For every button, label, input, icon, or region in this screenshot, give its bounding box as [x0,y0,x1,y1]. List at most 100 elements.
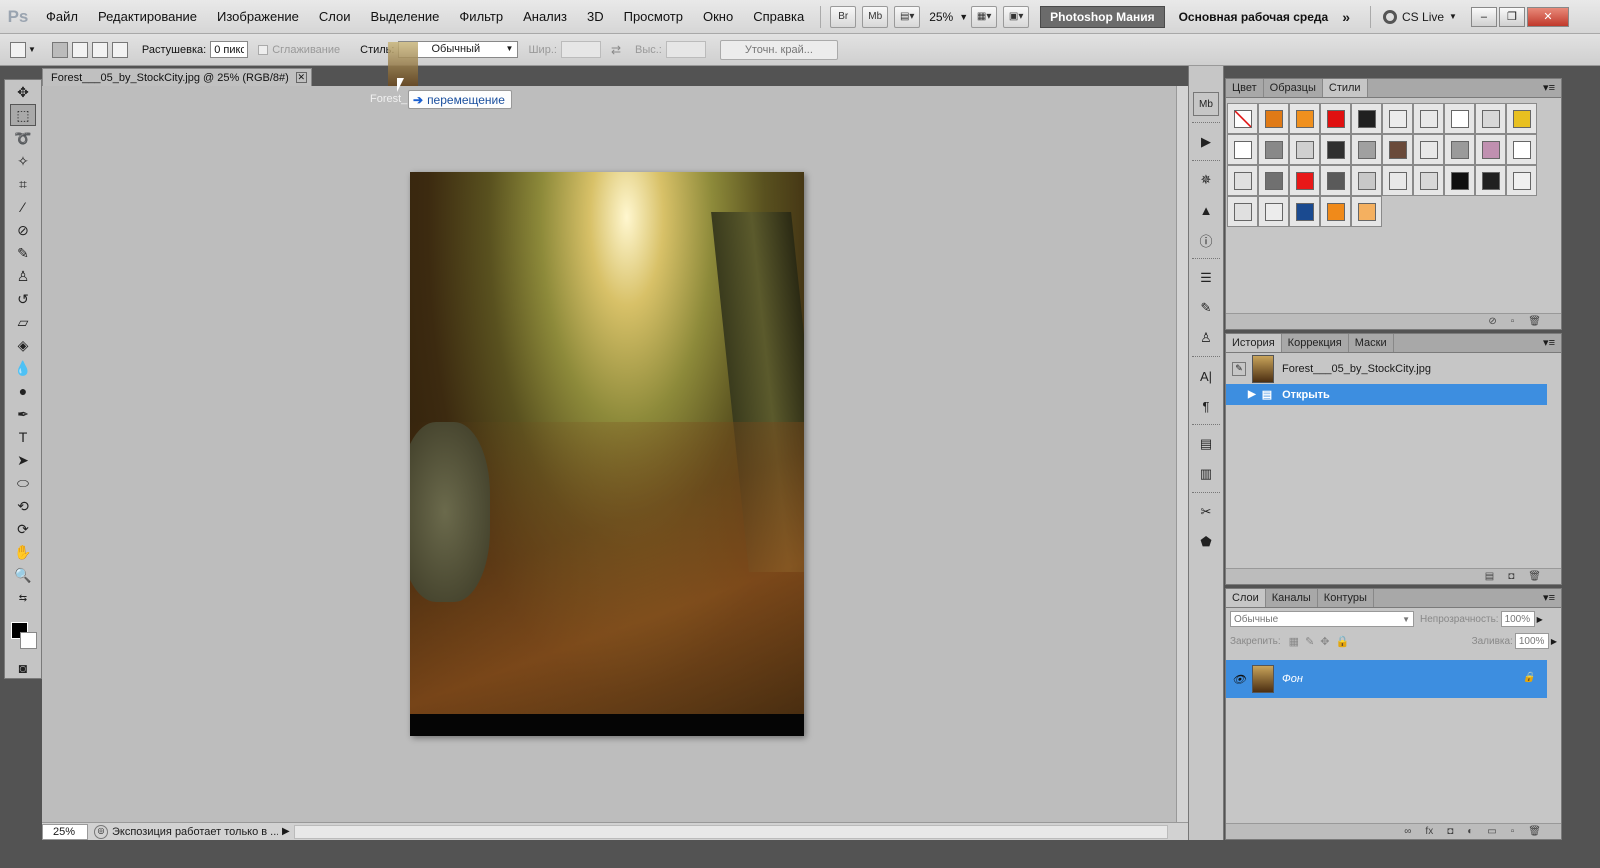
subtract-selection-icon[interactable] [91,41,108,58]
style-swatch[interactable] [1444,165,1475,196]
visibility-eye-icon[interactable]: 👁 [1232,673,1248,686]
antialias-checkbox[interactable] [258,44,269,55]
blend-mode-select[interactable]: Обычные ▼ [1230,611,1414,627]
dodge-tool-icon[interactable]: ● [10,380,36,402]
blur-tool-icon[interactable]: 💧 [10,357,36,379]
menu-image[interactable]: Изображение [207,0,309,34]
style-swatch[interactable] [1227,165,1258,196]
zoom-level[interactable]: 25% [923,10,959,24]
menu-edit[interactable]: Редактирование [88,0,207,34]
tab-paths[interactable]: Контуры [1318,589,1374,607]
style-swatch[interactable] [1506,103,1537,134]
status-info-icon[interactable]: ◎ [94,824,108,839]
height-input[interactable] [665,41,706,58]
delete-style-icon[interactable]: 🗑 [1528,316,1541,327]
minibridge-button[interactable]: Mb [862,5,889,28]
add-mask-icon[interactable]: ◘ [1447,826,1453,837]
style-swatch[interactable] [1227,103,1258,134]
fill-input[interactable]: 100% [1514,633,1549,649]
style-swatch[interactable] [1444,134,1475,165]
cs-live-button[interactable]: CS Live ▼ [1377,9,1463,24]
history-brush-tool-icon[interactable]: ↺ [10,288,36,310]
swap-icon[interactable]: ⇄ [611,43,621,57]
tools-presets-panel-icon[interactable]: ✂ [1193,500,1219,524]
style-swatch[interactable] [1320,196,1351,227]
tab-adjustments[interactable]: Коррекция [1282,334,1349,352]
opacity-slider-arrow-icon[interactable]: ▶ [1537,615,1543,624]
link-layers-icon[interactable]: ∞ [1404,826,1411,837]
style-swatch[interactable] [1413,103,1444,134]
tab-swatches[interactable]: Образцы [1264,79,1323,97]
workspace-photoshop-mania[interactable]: Photoshop Мания [1040,5,1165,28]
layer-row[interactable]: 👁 Фон 🔒 [1226,660,1547,698]
move-tool-icon[interactable]: ✥ [10,81,36,103]
style-swatch[interactable] [1289,103,1320,134]
menu-layers[interactable]: Слои [309,0,361,34]
info-panel-icon[interactable]: ⓘ [1193,228,1219,252]
animation-panel-icon[interactable]: ▶ [1193,130,1219,154]
menu-file[interactable]: Файл [36,0,88,34]
delete-state-icon[interactable]: 🗑 [1528,571,1541,582]
lasso-tool-icon[interactable]: ➰ [10,127,36,149]
style-swatch[interactable] [1289,134,1320,165]
style-swatch[interactable] [1258,103,1289,134]
history-brush-source-icon[interactable]: ✎ [1232,361,1246,376]
view-extras-icon[interactable]: ▤▾ [894,5,921,28]
menu-filter[interactable]: Фильтр [449,0,513,34]
style-swatch[interactable] [1320,134,1351,165]
new-document-from-state-icon[interactable]: ▤ [1485,571,1494,582]
style-swatch[interactable] [1413,134,1444,165]
path-select-tool-icon[interactable]: ➤ [10,449,36,471]
style-swatch[interactable] [1351,134,1382,165]
style-swatch[interactable] [1227,134,1258,165]
layer-style-icon[interactable]: fx [1425,826,1433,837]
panel-menu-icon[interactable]: ▾≡ [1543,336,1555,349]
eraser-tool-icon[interactable]: ▱ [10,311,36,333]
adjustment-layer-icon[interactable]: ◐ [1467,826,1473,837]
crop-tool-icon[interactable]: ⌗ [10,173,36,195]
3d-rotate-tool-icon[interactable]: ⟲ [10,495,36,517]
minibridge-panel-icon[interactable]: Mb [1193,92,1219,116]
style-swatch[interactable] [1320,165,1351,196]
lock-position-icon[interactable]: ✥ [1320,635,1329,648]
brush-presets-panel-icon[interactable]: ☰ [1193,266,1219,290]
clear-style-icon[interactable]: ⊘ [1488,316,1496,327]
eyedropper-tool-icon[interactable]: ⁄ [10,196,36,218]
style-swatch[interactable] [1289,196,1320,227]
menu-window[interactable]: Окно [693,0,743,34]
arrange-documents-icon[interactable]: ▦▾ [971,5,998,28]
more-workspaces-icon[interactable]: » [1342,9,1350,25]
minimize-button[interactable]: – [1470,6,1497,27]
menu-help[interactable]: Справка [743,0,814,34]
vertical-scrollbar[interactable] [1176,86,1188,822]
chevron-down-icon[interactable]: ▼ [28,45,36,54]
3d-orbit-tool-icon[interactable]: ⟳ [10,518,36,540]
style-swatch[interactable] [1506,134,1537,165]
close-tab-icon[interactable]: ✕ [295,72,307,83]
marquee-tool-icon[interactable]: ⬚ [10,104,36,126]
background-color-swatch[interactable] [20,632,37,649]
style-swatch[interactable] [1258,165,1289,196]
navigator-panel-icon[interactable]: ✵ [1193,168,1219,192]
restore-button[interactable]: ❐ [1498,6,1525,27]
marquee-preset-icon[interactable] [10,41,26,58]
panel-menu-icon[interactable]: ▾≡ [1543,81,1555,94]
bridge-button[interactable]: Br [830,5,857,28]
history-snapshot[interactable]: ✎ Forest___05_by_StockCity.jpg [1226,353,1561,384]
style-swatch[interactable] [1382,165,1413,196]
style-swatch[interactable] [1506,165,1537,196]
style-swatch[interactable] [1351,165,1382,196]
lock-pixels-icon[interactable]: ✎ [1305,635,1314,648]
quick-select-tool-icon[interactable]: ✧ [10,150,36,172]
character-panel-icon[interactable]: A| [1193,364,1219,388]
style-swatch[interactable] [1444,103,1475,134]
style-swatch[interactable] [1382,103,1413,134]
feather-input[interactable] [210,41,249,58]
healing-brush-tool-icon[interactable]: ⊘ [10,219,36,241]
ellipse-tool-icon[interactable]: ⬭ [10,472,36,494]
brush-panel-icon[interactable]: ✎ [1193,296,1219,320]
style-swatch[interactable] [1351,103,1382,134]
notes-panel-icon[interactable]: ▤ [1193,432,1219,456]
delete-layer-icon[interactable]: 🗑 [1528,826,1541,837]
type-tool-icon[interactable]: T [10,426,36,448]
